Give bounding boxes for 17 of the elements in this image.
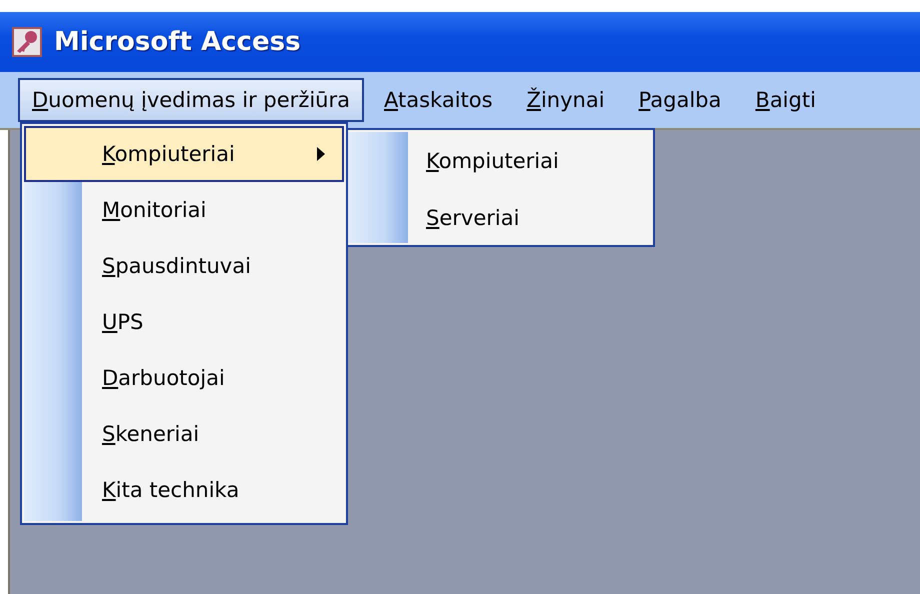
menu-option[interactable]: Serveriai: [348, 189, 653, 246]
window-title: Microsoft Access: [54, 27, 301, 57]
menu-option[interactable]: Kita technika: [24, 462, 344, 518]
menu-option[interactable]: Monitoriai: [24, 182, 344, 238]
menu-item[interactable]: Ataskaitos: [370, 78, 507, 122]
menu-option[interactable]: Spausdintuvai: [24, 238, 344, 294]
menu-item[interactable]: Pagalba: [624, 78, 736, 122]
menu-option[interactable]: Skeneriai: [24, 406, 344, 462]
menu-option[interactable]: Kompiuteriai: [24, 126, 344, 182]
menu-item[interactable]: Baigti: [741, 78, 830, 122]
menu-option[interactable]: UPS: [24, 294, 344, 350]
menu-item[interactable]: Žinynai: [512, 78, 619, 122]
menu-item[interactable]: Duomenų įvedimas ir peržiūra: [18, 78, 364, 122]
key-icon: [12, 27, 42, 57]
menu-option[interactable]: Kompiuteriai: [348, 132, 653, 189]
menu-option[interactable]: Darbuotojai: [24, 350, 344, 406]
submenu-arrow-icon: [316, 147, 326, 161]
